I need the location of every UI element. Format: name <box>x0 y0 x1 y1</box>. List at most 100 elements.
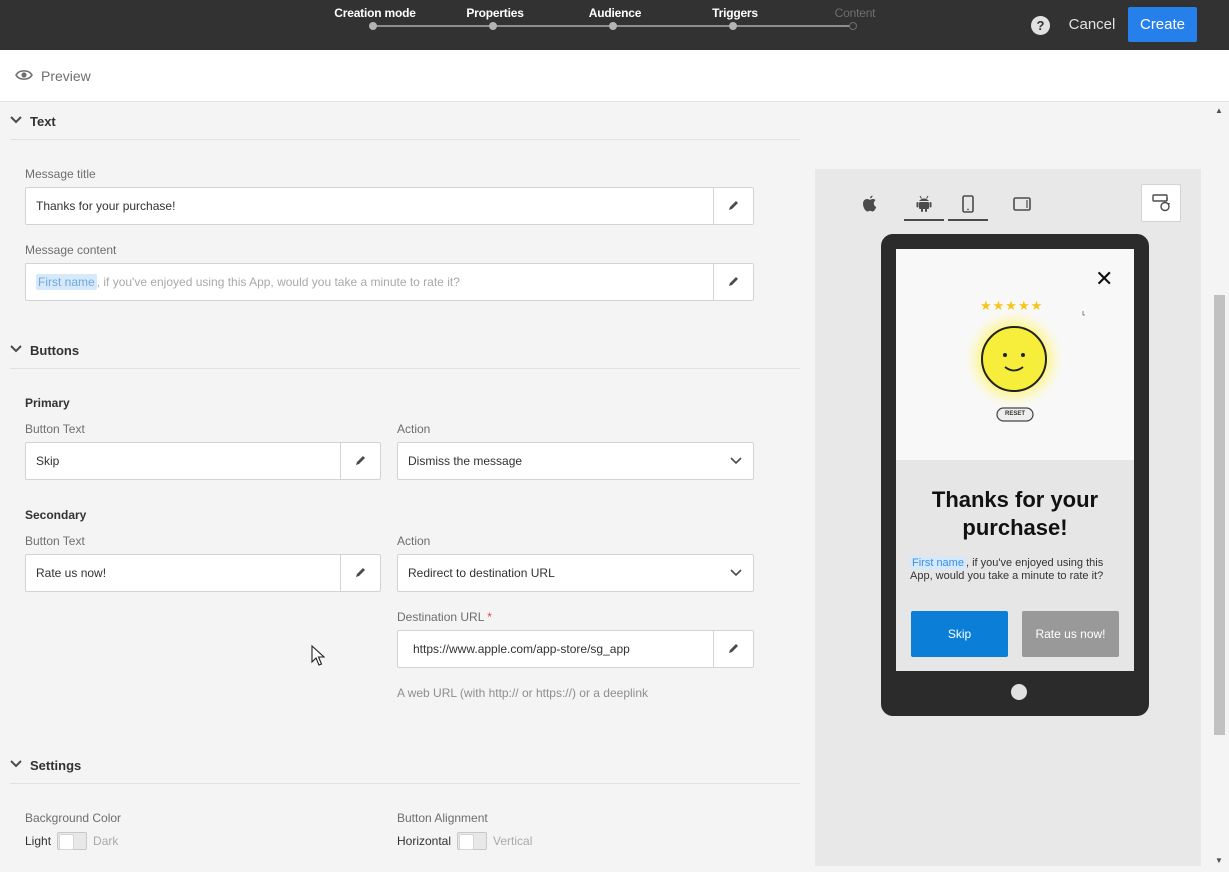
page-scrollbar[interactable]: ▲ ▼ <box>1210 102 1229 872</box>
primary-action-select[interactable]: Dismiss the message <box>397 442 754 480</box>
primary-group-label: Primary <box>25 396 70 410</box>
step-dot <box>849 22 857 30</box>
chevron-down-icon <box>10 116 22 124</box>
step-dot <box>489 22 497 30</box>
apple-icon <box>863 195 877 212</box>
secondary-action-label: Action <box>397 534 431 548</box>
secondary-button-text-label: Button Text <box>25 534 85 548</box>
pencil-icon <box>729 644 738 653</box>
step-triggers[interactable]: Triggers <box>675 0 795 20</box>
message-content-text: , if you've enjoyed using this App, woul… <box>96 275 460 289</box>
step-label: Triggers <box>712 6 758 20</box>
step-dot <box>609 22 617 30</box>
button-alignment-toggle[interactable] <box>457 832 488 850</box>
primary-action-value: Dismiss the message <box>408 454 523 468</box>
destination-url-label: Destination URL * <box>397 610 492 624</box>
message-title-value: Thanks for your purchase! <box>36 199 176 213</box>
background-color-toggle[interactable] <box>57 832 88 850</box>
create-button[interactable]: Create <box>1128 7 1197 42</box>
scroll-down-icon[interactable]: ▼ <box>1215 856 1223 865</box>
destination-url-field[interactable]: https://www.apple.com/app-store/sg_app <box>397 630 754 668</box>
button-alignment-toggle-row: Horizontal Vertical <box>397 832 532 850</box>
message-image: ✕ ★★★★★ RESET <box>896 249 1134 460</box>
required-marker: * <box>487 610 492 624</box>
background-color-toggle-row: Light Dark <box>25 832 118 850</box>
preview-bar: Preview <box>0 50 1229 102</box>
message-title-label: Message title <box>25 167 96 181</box>
secondary-button-text-field[interactable]: Rate us now! <box>25 554 381 592</box>
background-light-option: Light <box>25 834 52 848</box>
scroll-thumb[interactable] <box>1214 295 1225 735</box>
cancel-button[interactable]: Cancel <box>1065 8 1119 42</box>
phone-landscape-icon <box>1013 197 1031 211</box>
edit-message-title-button[interactable] <box>713 188 753 224</box>
section-settings-header[interactable]: Settings <box>10 746 800 784</box>
edit-destination-url-button[interactable] <box>713 631 753 667</box>
secondary-action-select[interactable]: Redirect to destination URL <box>397 554 754 592</box>
edit-message-content-button[interactable] <box>713 264 753 300</box>
edit-primary-button-text-button[interactable] <box>340 443 380 479</box>
destination-url-helper: A web URL (with http:// or https://) or … <box>397 686 649 700</box>
step-properties[interactable]: Properties <box>435 0 555 20</box>
pencil-icon <box>356 568 365 577</box>
pencil-icon <box>356 456 365 465</box>
step-dot <box>729 22 737 30</box>
rotate-device-button[interactable] <box>1141 184 1181 222</box>
tab-portrait[interactable] <box>948 191 988 221</box>
pencil-icon <box>729 201 738 210</box>
preview-personalization-token: First name <box>910 556 966 570</box>
step-creation-mode[interactable]: Creation mode <box>315 0 435 20</box>
step-label: Properties <box>466 6 524 20</box>
smiley-illustration <box>964 309 1085 422</box>
step-audience[interactable]: Audience <box>555 0 675 20</box>
step-content: Content <box>795 0 915 20</box>
chevron-down-icon <box>730 569 742 577</box>
wizard-bar: Creation mode Properties Audience Trigge… <box>0 0 1229 50</box>
mouse-cursor-icon <box>311 645 325 666</box>
preview-toggle[interactable]: Preview <box>41 68 91 84</box>
section-title: Buttons <box>30 343 80 358</box>
secondary-group-label: Secondary <box>25 508 87 522</box>
step-label: Audience <box>588 6 642 20</box>
preview-message-content: First name, if you've enjoyed using this… <box>910 556 1122 583</box>
destination-url-label-text: Destination URL <box>397 610 484 624</box>
background-dark-option: Dark <box>93 834 119 848</box>
eye-icon <box>15 70 33 80</box>
phone-mockup: ✕ ★★★★★ RESET Thanks for your purchase! … <box>881 234 1149 716</box>
background-color-label: Background Color <box>25 811 122 825</box>
message-content-field[interactable]: First name, if you've enjoyed using this… <box>25 263 754 301</box>
primary-button-text-field[interactable]: Skip <box>25 442 381 480</box>
alignment-horizontal-option: Horizontal <box>397 834 452 848</box>
tab-ios[interactable] <box>850 191 890 221</box>
reset-badge: RESET <box>1004 411 1025 417</box>
android-icon <box>916 195 932 212</box>
button-alignment-label: Button Alignment <box>397 811 488 825</box>
phone-screen: ✕ ★★★★★ RESET Thanks for your purchase! … <box>896 249 1134 671</box>
secondary-action-value: Redirect to destination URL <box>408 566 555 580</box>
section-text-header[interactable]: Text <box>10 102 800 140</box>
pencil-icon <box>729 277 738 286</box>
message-content-label: Message content <box>25 243 117 257</box>
step-label: Content <box>834 6 876 20</box>
primary-action-label: Action <box>397 422 431 436</box>
section-buttons-header[interactable]: Buttons <box>10 331 800 369</box>
chevron-down-icon <box>730 457 742 465</box>
primary-button-text-value: Skip <box>36 454 60 468</box>
device-preview-panel: ✕ ★★★★★ RESET Thanks for your purchase! … <box>815 169 1201 866</box>
preview-primary-button: Skip <box>911 611 1008 657</box>
section-title: Text <box>30 114 56 129</box>
personalization-token[interactable]: First name <box>36 274 97 290</box>
help-icon[interactable]: ? <box>1031 16 1050 35</box>
phone-portrait-icon <box>962 195 974 213</box>
chevron-down-icon <box>10 345 22 353</box>
edit-secondary-button-text-button[interactable] <box>340 555 380 591</box>
tab-android[interactable] <box>904 191 944 221</box>
destination-url-value: https://www.apple.com/app-store/sg_app <box>413 642 630 656</box>
rotate-icon <box>1152 194 1170 212</box>
phone-home-button <box>1011 684 1027 700</box>
message-body: Thanks for your purchase! First name, if… <box>896 460 1134 671</box>
section-title: Settings <box>30 758 82 773</box>
scroll-up-icon[interactable]: ▲ <box>1215 106 1223 115</box>
tab-landscape[interactable] <box>1002 191 1042 221</box>
message-title-field[interactable]: Thanks for your purchase! <box>25 187 754 225</box>
